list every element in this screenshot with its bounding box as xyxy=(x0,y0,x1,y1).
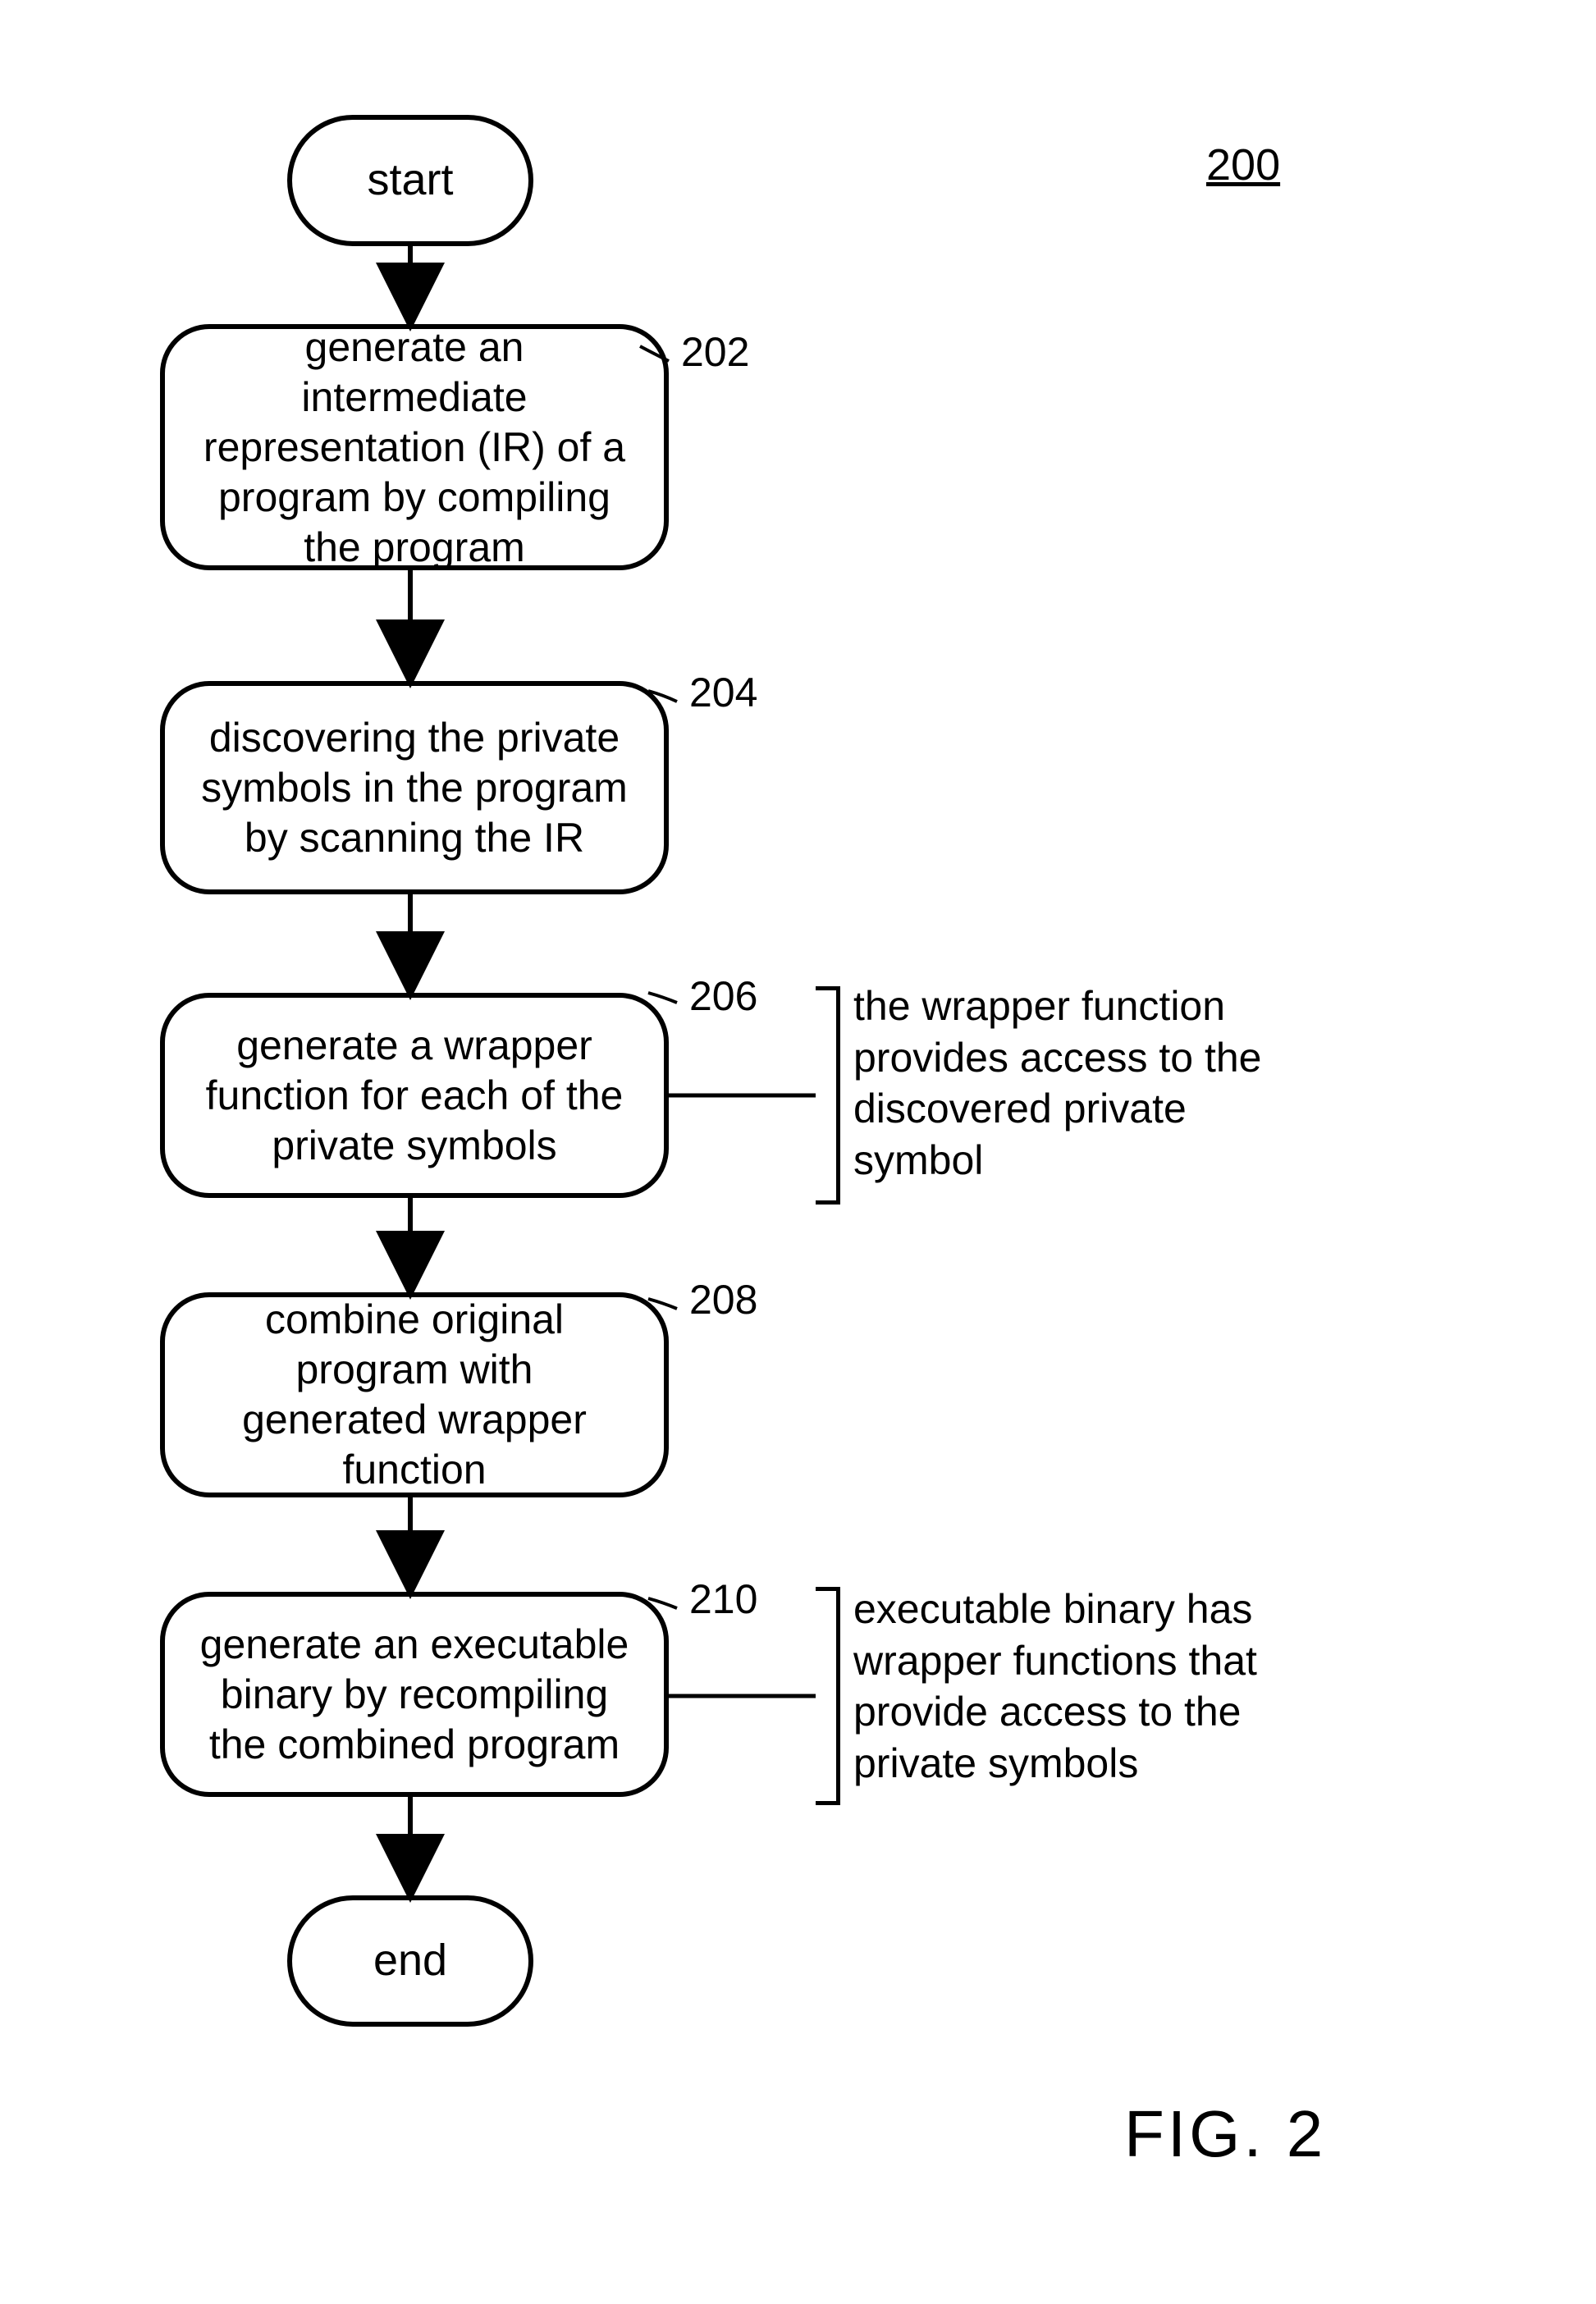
process-206: generate a wrapper function for each of … xyxy=(160,993,669,1198)
process-204: discovering the private symbols in the p… xyxy=(160,681,669,894)
process-206-text: generate a wrapper function for each of … xyxy=(198,1021,631,1171)
process-204-text: discovering the private symbols in the p… xyxy=(198,713,631,863)
annotation-210: executable binary has wrapper functions … xyxy=(853,1584,1313,1789)
process-202: generate an intermediate representation … xyxy=(160,324,669,570)
figure-label: FIG. 2 xyxy=(1124,2096,1326,2172)
step-label-202: 202 xyxy=(681,328,749,376)
flowchart-figure: 200 start generate an intermediate repre… xyxy=(0,0,1596,2304)
process-208: combine original program with generated … xyxy=(160,1292,669,1497)
process-208-text: combine original program with generated … xyxy=(198,1295,631,1495)
terminal-start: start xyxy=(287,115,533,246)
terminal-end-label: end xyxy=(373,1936,447,1985)
terminal-end: end xyxy=(287,1895,533,2027)
process-202-text: generate an intermediate representation … xyxy=(198,322,631,573)
bracket-icon xyxy=(816,986,840,1205)
process-210: generate an executable binary by recompi… xyxy=(160,1592,669,1797)
figure-reference-numeral: 200 xyxy=(1206,139,1280,190)
step-label-208: 208 xyxy=(689,1276,757,1323)
step-label-206: 206 xyxy=(689,972,757,1020)
step-label-210: 210 xyxy=(689,1575,757,1623)
terminal-start-label: start xyxy=(367,156,453,204)
step-label-204: 204 xyxy=(689,669,757,716)
annotation-206: the wrapper function provides access to … xyxy=(853,981,1313,1186)
process-210-text: generate an executable binary by recompi… xyxy=(198,1620,631,1770)
bracket-icon xyxy=(816,1587,840,1805)
